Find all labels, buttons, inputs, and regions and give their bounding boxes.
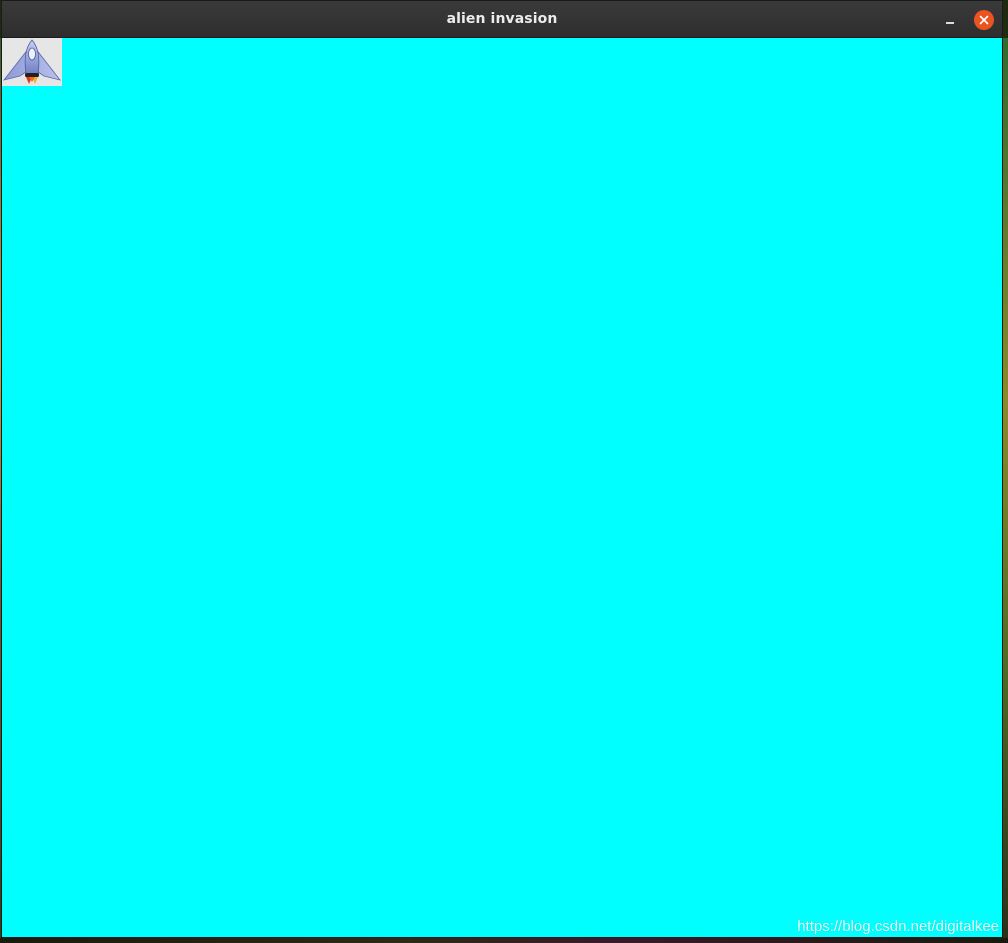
desktop-background-right bbox=[1003, 38, 1008, 943]
close-button[interactable] bbox=[974, 10, 994, 30]
window-titlebar[interactable]: alien invasion bbox=[2, 1, 1002, 38]
game-screen[interactable]: https://blog.csdn.net/digitalkee bbox=[2, 38, 1002, 937]
close-icon bbox=[979, 15, 989, 25]
desktop-background-bottom bbox=[0, 938, 1008, 943]
ship-icon bbox=[2, 38, 62, 86]
window-title: alien invasion bbox=[446, 11, 558, 27]
game-window: alien invasion https://blog.csdn.net/dig… bbox=[1, 0, 1003, 938]
minimize-button[interactable] bbox=[940, 10, 960, 30]
minimize-icon bbox=[946, 22, 954, 24]
watermark-text: https://blog.csdn.net/digitalkee bbox=[797, 918, 999, 935]
